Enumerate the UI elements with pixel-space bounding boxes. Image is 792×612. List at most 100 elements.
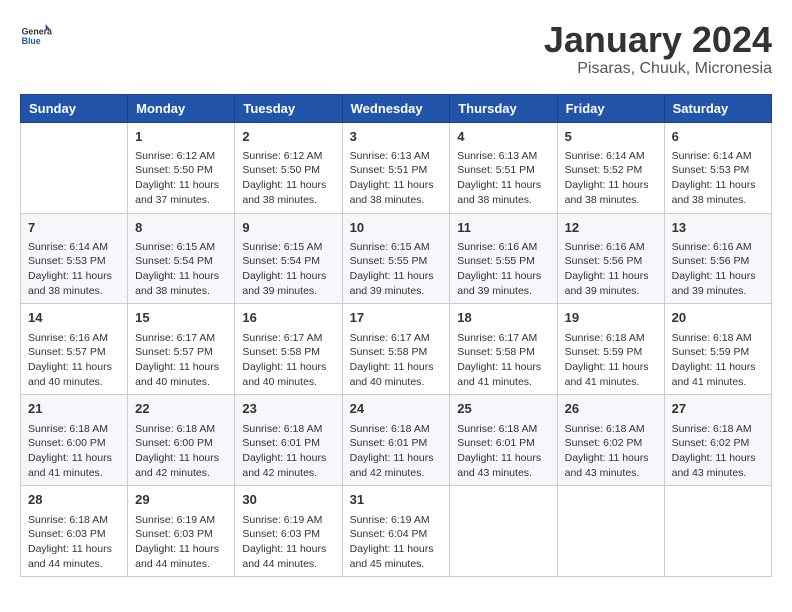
calendar-cell: 16Sunrise: 6:17 AMSunset: 5:58 PMDayligh… [235, 304, 342, 395]
logo: General Blue [20, 20, 56, 52]
calendar-table: SundayMondayTuesdayWednesdayThursdayFrid… [20, 94, 772, 578]
header-row: SundayMondayTuesdayWednesdayThursdayFrid… [21, 94, 772, 122]
day-number: 19 [565, 309, 657, 327]
header-cell-monday: Monday [128, 94, 235, 122]
day-info: Sunrise: 6:18 AMSunset: 5:59 PMDaylight:… [672, 331, 764, 390]
day-info: Sunrise: 6:19 AMSunset: 6:03 PMDaylight:… [242, 513, 334, 572]
calendar-cell: 28 Sunrise: 6:18 AMSunset: 6:03 PMDayligh… [21, 486, 128, 577]
calendar-subtitle: Pisaras, Chuuk, Micronesia [544, 60, 772, 78]
day-number: 27 [672, 400, 764, 418]
day-info: Sunrise: 6:12 AMSunset: 5:50 PMDaylight:… [242, 149, 334, 208]
day-info: Sunrise: 6:19 AMSunset: 6:04 PMDaylight:… [350, 513, 443, 572]
day-number: 1 [135, 128, 227, 146]
day-info: Sunrise: 6:16 AMSunset: 5:57 PMDaylight:… [28, 331, 120, 390]
day-number: 14 [28, 309, 120, 327]
calendar-cell [21, 122, 128, 213]
day-info: Sunrise: 6:15 AMSunset: 5:54 PMDaylight:… [242, 240, 334, 299]
calendar-cell: 22 Sunrise: 6:18 AMSunset: 6:00 PMDayligh… [128, 395, 235, 486]
day-number: 11 [457, 219, 549, 237]
day-number: 3 [350, 128, 443, 146]
header-cell-tuesday: Tuesday [235, 94, 342, 122]
day-number: 25 [457, 400, 549, 418]
day-info: Sunrise: 6:17 AMSunset: 5:57 PMDaylight:… [135, 331, 227, 390]
day-info: Sunrise: 6:15 AMSunset: 5:55 PMDaylight:… [350, 240, 443, 299]
week-row: 14 Sunrise: 6:16 AMSunset: 5:57 PMDayligh… [21, 304, 772, 395]
calendar-cell: 31 Sunrise: 6:19 AMSunset: 6:04 PMDayligh… [342, 486, 450, 577]
day-info: Sunrise: 6:17 AMSunset: 5:58 PMDaylight:… [350, 331, 443, 390]
calendar-cell: 17 Sunrise: 6:17 AMSunset: 5:58 PMDayligh… [342, 304, 450, 395]
calendar-cell: 23Sunrise: 6:18 AMSunset: 6:01 PMDayligh… [235, 395, 342, 486]
day-number: 30 [242, 491, 334, 509]
calendar-cell: 21Sunrise: 6:18 AMSunset: 6:00 PMDayligh… [21, 395, 128, 486]
calendar-cell: 10 Sunrise: 6:15 AMSunset: 5:55 PMDayligh… [342, 213, 450, 304]
day-info: Sunrise: 6:13 AMSunset: 5:51 PMDaylight:… [457, 149, 549, 208]
header-cell-wednesday: Wednesday [342, 94, 450, 122]
day-info: Sunrise: 6:19 AMSunset: 6:03 PMDaylight:… [135, 513, 227, 572]
day-number: 13 [672, 219, 764, 237]
calendar-cell: 13 Sunrise: 6:16 AMSunset: 5:56 PMDayligh… [664, 213, 771, 304]
calendar-header: SundayMondayTuesdayWednesdayThursdayFrid… [21, 94, 772, 122]
calendar-cell: 11Sunrise: 6:16 AMSunset: 5:55 PMDayligh… [450, 213, 557, 304]
day-info: Sunrise: 6:14 AMSunset: 5:53 PMDaylight:… [28, 240, 120, 299]
day-number: 18 [457, 309, 549, 327]
day-number: 9 [242, 219, 334, 237]
header-cell-thursday: Thursday [450, 94, 557, 122]
header-cell-sunday: Sunday [21, 94, 128, 122]
day-info: Sunrise: 6:16 AMSunset: 5:56 PMDaylight:… [672, 240, 764, 299]
header-cell-saturday: Saturday [664, 94, 771, 122]
page-header: General Blue January 2024 Pisaras, Chuuk… [20, 20, 772, 78]
calendar-cell: 3 Sunrise: 6:13 AMSunset: 5:51 PMDaylight… [342, 122, 450, 213]
day-number: 10 [350, 219, 443, 237]
day-info: Sunrise: 6:13 AMSunset: 5:51 PMDaylight:… [350, 149, 443, 208]
day-info: Sunrise: 6:12 AMSunset: 5:50 PMDaylight:… [135, 149, 227, 208]
week-row: 1 Sunrise: 6:12 AMSunset: 5:50 PMDaylight… [21, 122, 772, 213]
calendar-cell [664, 486, 771, 577]
calendar-cell: 30 Sunrise: 6:19 AMSunset: 6:03 PMDayligh… [235, 486, 342, 577]
day-number: 20 [672, 309, 764, 327]
calendar-cell: 20 Sunrise: 6:18 AMSunset: 5:59 PMDayligh… [664, 304, 771, 395]
day-number: 8 [135, 219, 227, 237]
logo-icon: General Blue [20, 20, 52, 52]
day-info: Sunrise: 6:18 AMSunset: 6:01 PMDaylight:… [350, 422, 443, 481]
day-number: 26 [565, 400, 657, 418]
day-number: 7 [28, 219, 120, 237]
day-number: 31 [350, 491, 443, 509]
svg-text:Blue: Blue [22, 36, 41, 46]
calendar-cell: 26 Sunrise: 6:18 AMSunset: 6:02 PMDayligh… [557, 395, 664, 486]
calendar-body: 1 Sunrise: 6:12 AMSunset: 5:50 PMDaylight… [21, 122, 772, 577]
day-info: Sunrise: 6:14 AMSunset: 5:53 PMDaylight:… [672, 149, 764, 208]
day-info: Sunrise: 6:18 AMSunset: 6:02 PMDaylight:… [672, 422, 764, 481]
calendar-cell: 2 Sunrise: 6:12 AMSunset: 5:50 PMDaylight… [235, 122, 342, 213]
calendar-cell: 12Sunrise: 6:16 AMSunset: 5:56 PMDayligh… [557, 213, 664, 304]
calendar-cell: 14 Sunrise: 6:16 AMSunset: 5:57 PMDayligh… [21, 304, 128, 395]
day-number: 17 [350, 309, 443, 327]
calendar-cell: 19 Sunrise: 6:18 AMSunset: 5:59 PMDayligh… [557, 304, 664, 395]
day-number: 15 [135, 309, 227, 327]
calendar-cell: 6 Sunrise: 6:14 AMSunset: 5:53 PMDaylight… [664, 122, 771, 213]
week-row: 21Sunrise: 6:18 AMSunset: 6:00 PMDayligh… [21, 395, 772, 486]
day-info: Sunrise: 6:18 AMSunset: 6:00 PMDaylight:… [28, 422, 120, 481]
week-row: 28 Sunrise: 6:18 AMSunset: 6:03 PMDayligh… [21, 486, 772, 577]
day-number: 28 [28, 491, 120, 509]
calendar-cell: 15 Sunrise: 6:17 AMSunset: 5:57 PMDayligh… [128, 304, 235, 395]
day-info: Sunrise: 6:18 AMSunset: 6:00 PMDaylight:… [135, 422, 227, 481]
day-number: 22 [135, 400, 227, 418]
calendar-title: January 2024 [544, 20, 772, 60]
day-info: Sunrise: 6:18 AMSunset: 6:03 PMDaylight:… [28, 513, 120, 572]
calendar-cell: 24 Sunrise: 6:18 AMSunset: 6:01 PMDayligh… [342, 395, 450, 486]
day-number: 2 [242, 128, 334, 146]
day-info: Sunrise: 6:16 AMSunset: 5:56 PMDaylight:… [565, 240, 657, 299]
day-number: 4 [457, 128, 549, 146]
day-number: 24 [350, 400, 443, 418]
week-row: 7 Sunrise: 6:14 AMSunset: 5:53 PMDaylight… [21, 213, 772, 304]
calendar-cell: 7 Sunrise: 6:14 AMSunset: 5:53 PMDaylight… [21, 213, 128, 304]
day-info: Sunrise: 6:17 AMSunset: 5:58 PMDaylight:… [457, 331, 549, 390]
calendar-cell: 1 Sunrise: 6:12 AMSunset: 5:50 PMDaylight… [128, 122, 235, 213]
day-number: 16 [242, 309, 334, 327]
day-info: Sunrise: 6:18 AMSunset: 5:59 PMDaylight:… [565, 331, 657, 390]
day-info: Sunrise: 6:14 AMSunset: 5:52 PMDaylight:… [565, 149, 657, 208]
header-cell-friday: Friday [557, 94, 664, 122]
day-number: 6 [672, 128, 764, 146]
day-info: Sunrise: 6:18 AMSunset: 6:02 PMDaylight:… [565, 422, 657, 481]
calendar-cell [450, 486, 557, 577]
